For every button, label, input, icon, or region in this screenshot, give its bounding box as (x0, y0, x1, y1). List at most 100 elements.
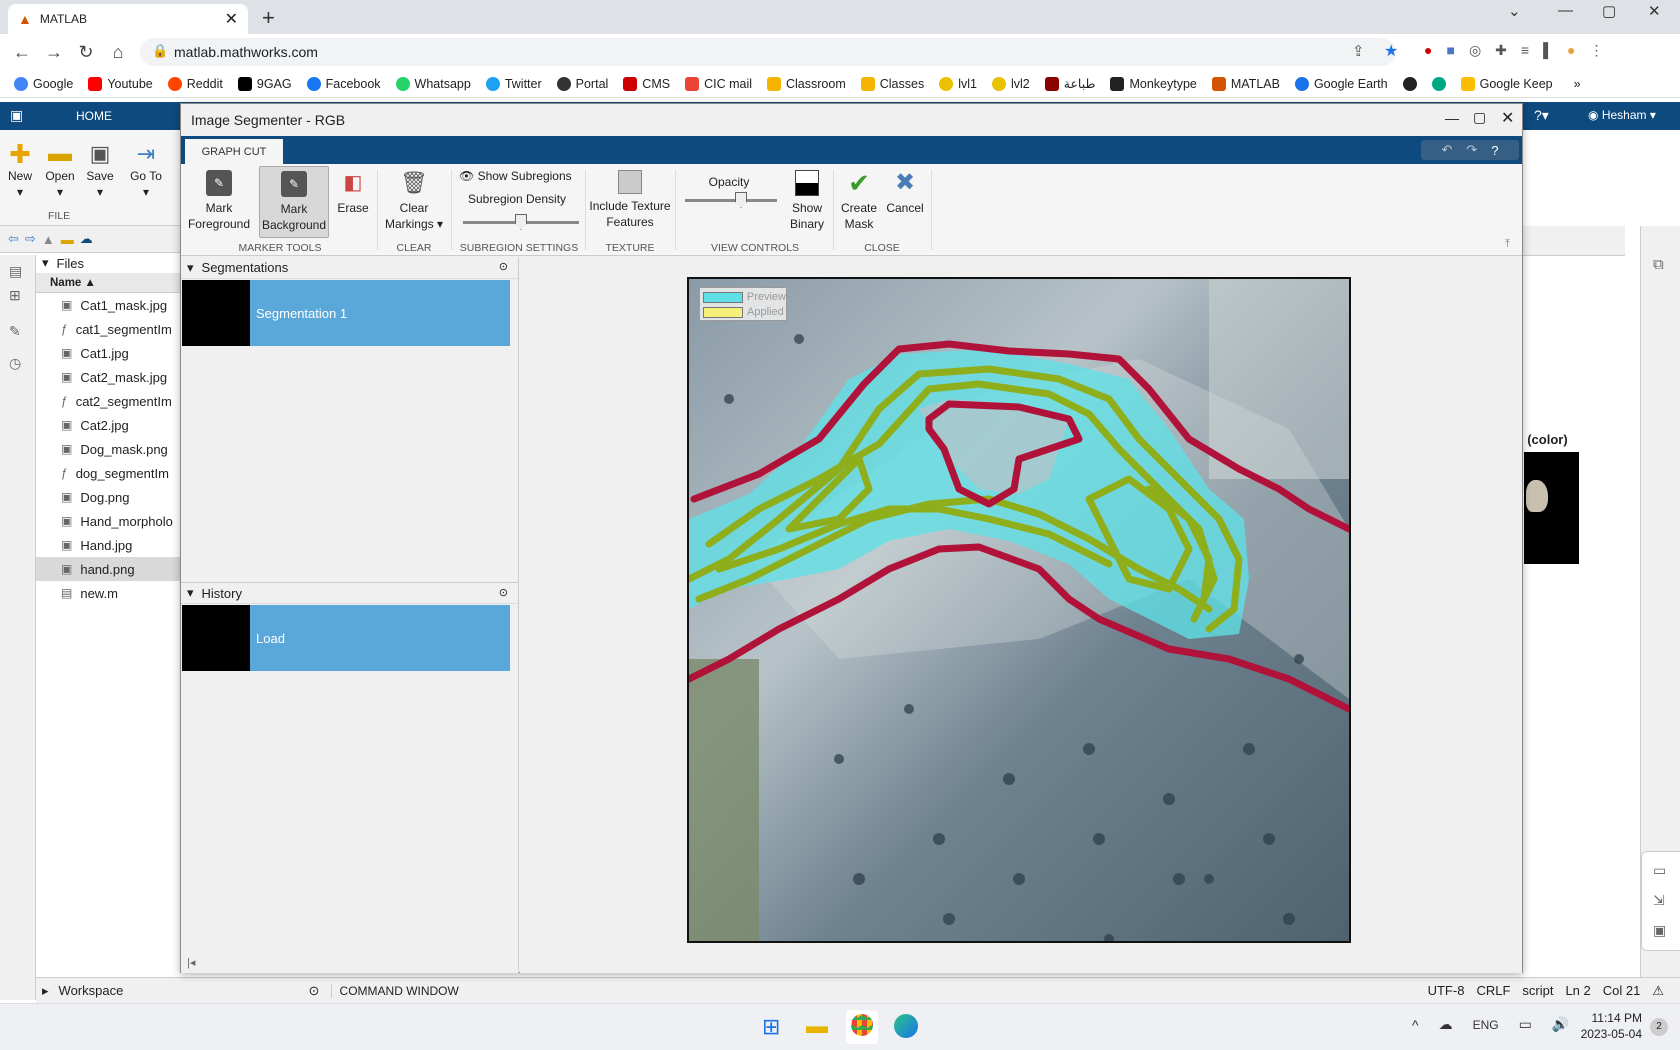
erase-button[interactable]: ◧ Erase (333, 170, 373, 216)
bookmark-item[interactable]: CMS (623, 76, 670, 91)
mark-background-button[interactable]: ✎ Mark Background (259, 166, 329, 238)
translate-extension-icon[interactable]: ■ (1446, 42, 1454, 59)
file-row[interactable]: ƒ dog_segmentIm (36, 461, 181, 485)
volume-icon[interactable]: 🔊 (1552, 1016, 1569, 1033)
back-icon[interactable]: ← (6, 42, 38, 63)
bookmark-item[interactable]: lvl2 (991, 76, 1030, 91)
create-mask-button[interactable]: ✔ Create Mask (837, 170, 881, 232)
segmented-image[interactable]: Preview Applied (687, 277, 1351, 943)
bookmark-item[interactable]: Reddit (167, 76, 223, 91)
tab-search-icon[interactable]: ⌄ (1508, 2, 1521, 20)
history-item[interactable]: Load (182, 605, 510, 671)
file-row[interactable]: ▣ Dog.png (36, 485, 181, 509)
home-tab[interactable]: HOME (76, 109, 112, 123)
bookmark-item[interactable]: طباعة (1044, 76, 1095, 91)
more-bookmarks-icon[interactable]: » (1574, 77, 1581, 91)
file-row[interactable]: ▣ Cat2.jpg (36, 413, 181, 437)
help-icon[interactable]: ? (1491, 143, 1498, 158)
maximize-button[interactable]: ▢ (1473, 109, 1486, 126)
bookmark-item[interactable]: MATLAB (1211, 76, 1280, 91)
notification-badge[interactable]: 2 (1650, 1018, 1668, 1036)
bookmark-item[interactable]: Classroom (767, 76, 846, 91)
browse-folder-icon[interactable]: ▬ (61, 232, 74, 247)
layout-icon[interactable]: ▭ (1653, 862, 1666, 879)
file-explorer-icon[interactable]: ▬ (806, 1013, 828, 1039)
collapse-ribbon-icon[interactable]: ⤒ (1505, 238, 1510, 251)
chrome-icon[interactable] (851, 1014, 873, 1036)
file-row[interactable]: ▣ Hand_morpholo (36, 509, 181, 533)
new-button[interactable]: ✚ New ▾ (4, 140, 36, 200)
clear-markings-button[interactable]: 🗑 Clear Markings ▾ (381, 170, 447, 232)
redo-icon[interactable]: ↷ (1466, 142, 1477, 158)
bookmark-item[interactable]: Google Keep (1460, 76, 1553, 91)
clock[interactable]: 11:14 PM 2023-05-04 (1572, 1010, 1642, 1042)
file-row[interactable]: ▣ hand.png (36, 557, 181, 581)
onedrive-icon[interactable]: ☁ (1439, 1016, 1453, 1033)
workspace-options-icon[interactable]: ⊙ (309, 983, 331, 999)
windows-start-icon[interactable]: ⊞ (762, 1014, 780, 1040)
bookmark-item[interactable]: Twitter (485, 76, 542, 91)
include-texture-button[interactable]: Include Texture Features (589, 170, 671, 230)
address-bar[interactable]: 🔒 matlab.mathworks.com ⇪ ★ (140, 38, 1398, 66)
file-row[interactable]: ▣ Dog_mask.png (36, 437, 181, 461)
workspace-icon[interactable]: ⊞ (9, 287, 21, 304)
bookmark-item[interactable]: Classes (860, 76, 924, 91)
bookmark-item[interactable]: lvl1 (939, 76, 977, 91)
tray-expand-icon[interactable]: ^ (1412, 1017, 1419, 1033)
show-subregions-toggle[interactable]: 👁 Show Subregions (459, 168, 579, 184)
edge-icon[interactable] (894, 1014, 918, 1038)
close-tab-icon[interactable]: ✕ (225, 9, 238, 29)
open-button[interactable]: ▬ Open ▾ (42, 140, 78, 200)
profile-avatar[interactable]: ● (1567, 42, 1575, 59)
bookmark-item[interactable] (1431, 76, 1446, 91)
workspace-label[interactable]: Workspace (59, 983, 309, 998)
back-arrow-icon[interactable]: ⇦ (8, 231, 19, 247)
matlab-apps-icon[interactable]: ▣ (10, 107, 23, 124)
sidepanel-icon[interactable]: ▌ (1543, 42, 1553, 59)
panel-icon[interactable]: ⧉ (1653, 256, 1664, 273)
bookmark-item[interactable]: Youtube (88, 76, 153, 91)
bookmark-item[interactable]: Monkeytype (1110, 76, 1197, 91)
opacity-slider[interactable] (685, 192, 777, 208)
file-row[interactable]: ▣ Hand.jpg (36, 533, 181, 557)
bookmark-item[interactable]: CIC mail (685, 76, 752, 91)
show-binary-button[interactable]: Show Binary (785, 170, 829, 232)
language-indicator[interactable]: ENG (1473, 1018, 1499, 1032)
panel-options-icon[interactable]: ⊙ (499, 260, 508, 273)
mark-foreground-button[interactable]: ✎ Mark Foreground (187, 170, 251, 232)
subregion-density-slider[interactable] (463, 214, 579, 230)
dock-icon[interactable]: ⇲ (1653, 892, 1665, 909)
maximize-window-button[interactable]: ▢ (1602, 2, 1616, 20)
editor-icon[interactable]: ✎ (9, 323, 21, 340)
bookmark-item[interactable]: Google (14, 76, 73, 91)
segmentation-item[interactable]: Segmentation 1 (182, 280, 510, 346)
file-row[interactable]: ▤ new.m (36, 581, 181, 605)
close-button[interactable]: ✕ (1501, 108, 1514, 128)
new-tab-button[interactable]: + (262, 5, 275, 31)
minimize-window-button[interactable]: — (1558, 2, 1573, 19)
expand-icon[interactable]: ▸ (42, 983, 49, 999)
user-menu[interactable]: ◉ Hesham ▾ (1588, 108, 1656, 122)
media-icon[interactable]: ≡ (1521, 42, 1529, 59)
share-icon[interactable]: ⇪ (1352, 42, 1365, 60)
bookmark-item[interactable]: Portal (556, 76, 608, 91)
bookmark-star-icon[interactable]: ★ (1384, 41, 1398, 61)
name-column-header[interactable]: Name ▲ (36, 273, 181, 293)
goto-button[interactable]: ⇥ Go To ▾ (126, 140, 166, 200)
collapse-panel-icon[interactable]: |◂ (187, 956, 195, 969)
slider-thumb[interactable] (735, 192, 747, 208)
cloud-icon[interactable]: ☁ (80, 231, 93, 247)
browser-menu-icon[interactable]: ⋮ (1589, 42, 1603, 59)
reload-icon[interactable]: ↻ (70, 42, 102, 63)
file-row[interactable]: ƒ cat2_segmentIm (36, 389, 181, 413)
undo-icon[interactable]: ↶ (1441, 142, 1452, 158)
close-window-button[interactable]: ✕ (1648, 2, 1661, 20)
slider-thumb[interactable] (515, 214, 527, 230)
forward-arrow-icon[interactable]: ⇨ (25, 231, 36, 247)
cancel-button[interactable]: ✖ Cancel (883, 170, 927, 216)
current-folder-icon[interactable]: ▤ (9, 263, 22, 280)
network-icon[interactable]: ▭ (1519, 1016, 1532, 1033)
bookmark-item[interactable]: Whatsapp (395, 76, 471, 91)
file-row[interactable]: ƒ cat1_segmentIm (36, 317, 181, 341)
home-icon[interactable]: ⌂ (102, 42, 134, 63)
